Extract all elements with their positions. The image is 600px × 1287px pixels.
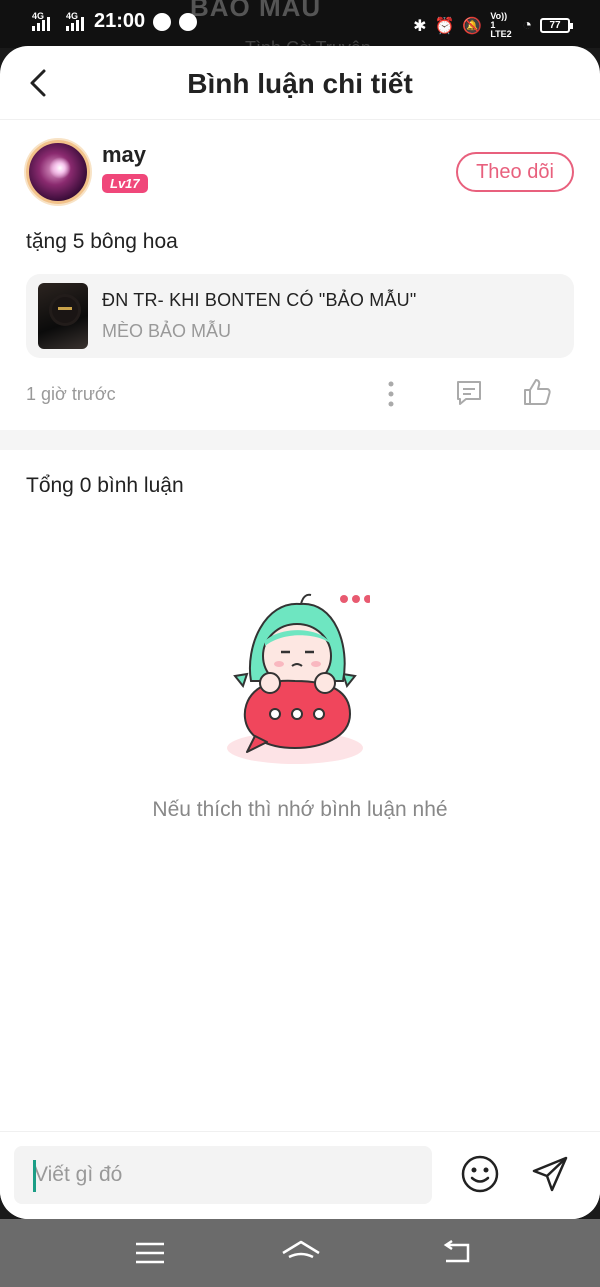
more-vertical-icon[interactable] bbox=[386, 380, 396, 408]
status-bar: BẢO MẪU Tình Cờ Truyện 4G 4G 21:00 ✱ ⏰ 🔕… bbox=[0, 0, 600, 58]
username[interactable]: may bbox=[102, 142, 148, 168]
menu-icon[interactable] bbox=[133, 1237, 167, 1269]
meta-row: 1 giờ trước bbox=[26, 358, 574, 428]
lte-label: Vo)) 1 LTE2 bbox=[490, 11, 512, 39]
background-title: BẢO MẪU bbox=[190, 0, 322, 22]
story-card[interactable]: ĐN TR- KHI BONTEN CÓ "BẢO MẪU" MÈO BẢO M… bbox=[26, 274, 574, 358]
signal-icon-sim2: 4G bbox=[66, 11, 84, 31]
page-title: Bình luận chi tiết bbox=[187, 68, 413, 99]
comment-post: may Lv17 Theo dõi tặng 5 bông hoa ĐN TR-… bbox=[0, 120, 600, 428]
mute-icon: 🔕 bbox=[462, 17, 483, 35]
follow-button[interactable]: Theo dõi bbox=[456, 152, 574, 192]
timestamp: 1 giờ trước bbox=[26, 384, 116, 404]
empty-state-text: Nếu thích thì nhớ bình luận nhé bbox=[152, 798, 448, 821]
text-caret bbox=[33, 1160, 36, 1192]
section-divider bbox=[0, 430, 600, 450]
wifi-icon: ◔ bbox=[522, 16, 532, 34]
notification-app-icon bbox=[179, 12, 198, 31]
story-cover-image bbox=[38, 283, 88, 349]
signal-icon-sim1: 4G bbox=[32, 11, 50, 31]
comment-count: Tổng 0 bình luận bbox=[26, 474, 184, 497]
comment-icon[interactable] bbox=[454, 378, 484, 408]
empty-comments-illustration bbox=[227, 593, 370, 764]
thumbs-up-icon[interactable] bbox=[521, 376, 553, 408]
comment-input[interactable] bbox=[14, 1146, 432, 1204]
emoji-icon[interactable] bbox=[460, 1154, 500, 1194]
comment-content: tặng 5 bông hoa bbox=[26, 230, 178, 253]
user-row: may Lv17 Theo dõi bbox=[26, 140, 574, 204]
battery-icon: 77 bbox=[540, 18, 573, 33]
avatar[interactable] bbox=[26, 140, 90, 204]
comment-input-bar bbox=[0, 1131, 600, 1219]
clock: 21:00 bbox=[94, 10, 146, 32]
alarm-icon: ⏰ bbox=[434, 17, 455, 35]
story-title: ĐN TR- KHI BONTEN CÓ "BẢO MẪU" bbox=[102, 290, 417, 310]
comment-detail-sheet: Bình luận chi tiết may Lv17 Theo dõi tặn… bbox=[0, 46, 600, 1219]
header: Bình luận chi tiết bbox=[0, 46, 600, 120]
back-icon[interactable] bbox=[440, 1237, 474, 1269]
story-author: MÈO BẢO MẪU bbox=[102, 321, 232, 341]
send-icon[interactable] bbox=[530, 1154, 570, 1194]
level-badge: Lv17 bbox=[102, 174, 148, 193]
bluetooth-icon: ✱ bbox=[413, 17, 427, 35]
home-icon[interactable] bbox=[280, 1237, 322, 1269]
system-nav-bar bbox=[0, 1219, 600, 1287]
messenger-icon bbox=[153, 12, 172, 31]
